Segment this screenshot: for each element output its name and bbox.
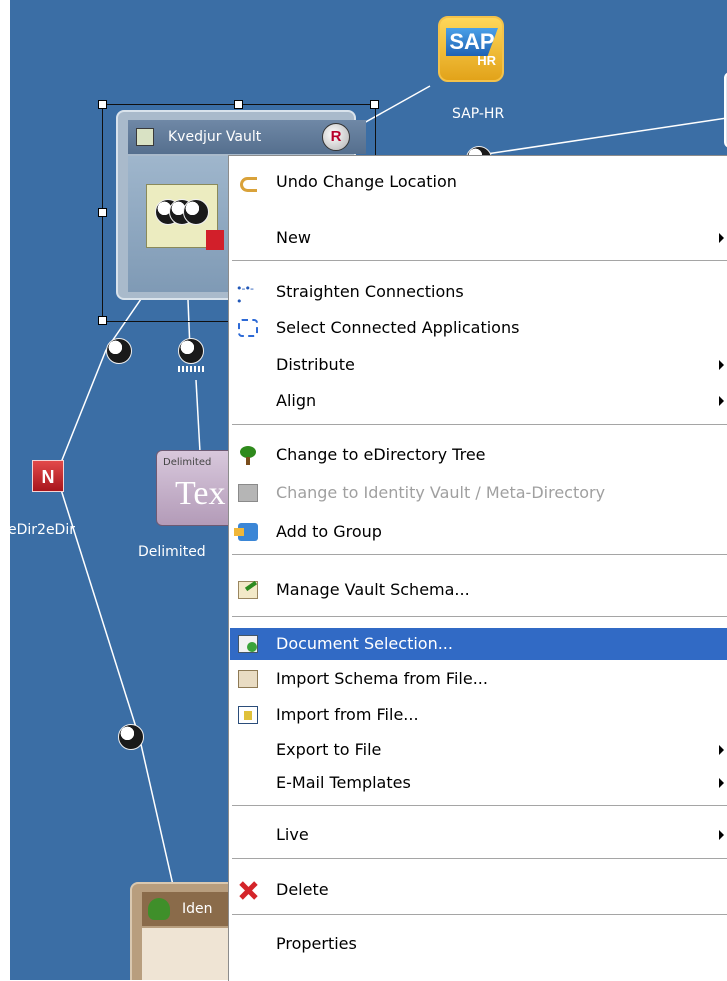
menu-item-undo-change-location[interactable]: Undo Change Location <box>230 166 727 198</box>
connection-line <box>57 349 107 471</box>
menu-separator <box>232 914 727 915</box>
delimited-small-text: Delimited <box>163 457 212 468</box>
menu-item-label: Change to eDirectory Tree <box>276 445 486 464</box>
menu-item-import-schema-from-file[interactable]: Import Schema from File... <box>230 663 727 695</box>
menu-item-new[interactable]: New <box>230 222 727 254</box>
menu-item-document-selection[interactable]: Document Selection... <box>230 628 727 660</box>
menu-item-label: Change to Identity Vault / Meta-Director… <box>276 483 606 502</box>
context-menu: Undo Change Location New Straighten Conn… <box>228 155 727 981</box>
delimited-label: Delimited <box>138 544 206 560</box>
menu-item-live[interactable]: Live <box>230 819 727 851</box>
menu-item-label: Live <box>276 825 309 844</box>
connection-line <box>195 379 201 453</box>
menu-item-distribute[interactable]: Distribute <box>230 349 727 381</box>
menu-item-manage-vault-schema[interactable]: Manage Vault Schema... <box>230 574 727 606</box>
menu-item-label: New <box>276 228 311 247</box>
undo-icon <box>238 173 258 192</box>
driver-status-bar <box>178 366 204 372</box>
import-schema-icon <box>238 670 258 688</box>
add-group-icon <box>234 523 258 541</box>
submenu-arrow-icon <box>719 830 724 840</box>
menu-separator <box>232 554 727 555</box>
connection-line <box>57 479 141 741</box>
delimited-big-text: Tex <box>175 475 226 512</box>
menu-item-label: Import Schema from File... <box>276 669 488 688</box>
sap-sub: HR <box>477 53 496 68</box>
document-icon <box>238 635 258 653</box>
tree-icon <box>238 446 258 465</box>
resize-handle[interactable] <box>98 316 107 325</box>
import-file-icon <box>238 706 258 724</box>
menu-item-label: Export to File <box>276 740 382 759</box>
resize-handle[interactable] <box>370 100 379 109</box>
menu-item-label: Import from File... <box>276 705 419 724</box>
menu-item-import-from-file[interactable]: Import from File... <box>230 699 727 731</box>
resize-handle[interactable] <box>98 100 107 109</box>
identity-vault-icon <box>238 484 258 502</box>
resize-handle[interactable] <box>234 100 243 109</box>
menu-item-label: Distribute <box>276 355 355 374</box>
submenu-arrow-icon <box>719 745 724 755</box>
connection-line <box>479 117 727 156</box>
menu-separator <box>232 260 727 261</box>
menu-item-label: Delete <box>276 880 329 899</box>
menu-item-properties[interactable]: Properties <box>230 928 727 960</box>
sap-hr-label: SAP-HR <box>452 106 505 122</box>
menu-item-export-to-file[interactable]: Export to File <box>230 734 727 766</box>
menu-item-label: Undo Change Location <box>276 172 457 191</box>
submenu-arrow-icon <box>719 360 724 370</box>
driver-connection-icon[interactable] <box>118 724 144 750</box>
select-applications-icon <box>238 319 258 337</box>
menu-separator <box>232 616 727 617</box>
schema-icon <box>238 581 258 599</box>
menu-item-email-templates[interactable]: E-Mail Templates <box>230 767 727 799</box>
edir-application-icon[interactable]: N <box>32 460 64 492</box>
menu-item-label: Straighten Connections <box>276 282 464 301</box>
menu-item-label: Manage Vault Schema... <box>276 580 470 599</box>
menu-item-label: Select Connected Applications <box>276 318 520 337</box>
menu-item-label: Document Selection... <box>276 634 453 653</box>
menu-item-label: Properties <box>276 934 357 953</box>
menu-separator <box>232 858 727 859</box>
straighten-connections-icon <box>236 282 258 308</box>
submenu-arrow-icon <box>719 396 724 406</box>
menu-item-change-to-identity-vault: Change to Identity Vault / Meta-Director… <box>230 477 727 509</box>
delimited-text-icon[interactable]: Delimited Tex <box>156 450 236 526</box>
menu-item-label: Align <box>276 391 317 410</box>
sap-word: SAP <box>446 28 498 56</box>
menu-item-straighten-connections[interactable]: Straighten Connections <box>230 276 727 308</box>
resize-handle[interactable] <box>98 208 107 217</box>
menu-separator <box>232 424 727 425</box>
delete-icon <box>238 881 258 899</box>
menu-separator <box>232 805 727 806</box>
menu-item-label: Add to Group <box>276 522 382 541</box>
submenu-arrow-icon <box>719 778 724 788</box>
menu-item-select-connected-applications[interactable]: Select Connected Applications <box>230 312 727 344</box>
driver-connection-icon[interactable] <box>178 338 204 364</box>
menu-item-change-to-edirectory-tree[interactable]: Change to eDirectory Tree <box>230 439 727 471</box>
menu-item-align[interactable]: Align <box>230 385 727 417</box>
submenu-arrow-icon <box>719 233 724 243</box>
menu-item-delete[interactable]: Delete <box>230 874 727 906</box>
driver-connection-icon[interactable] <box>106 338 132 364</box>
menu-item-label: E-Mail Templates <box>276 773 411 792</box>
sap-hr-icon[interactable]: SAP HR <box>438 16 504 82</box>
edir-label: eDir2eDir <box>10 522 75 538</box>
menu-item-add-to-group[interactable]: Add to Group <box>230 516 727 548</box>
tree-icon <box>148 898 170 920</box>
